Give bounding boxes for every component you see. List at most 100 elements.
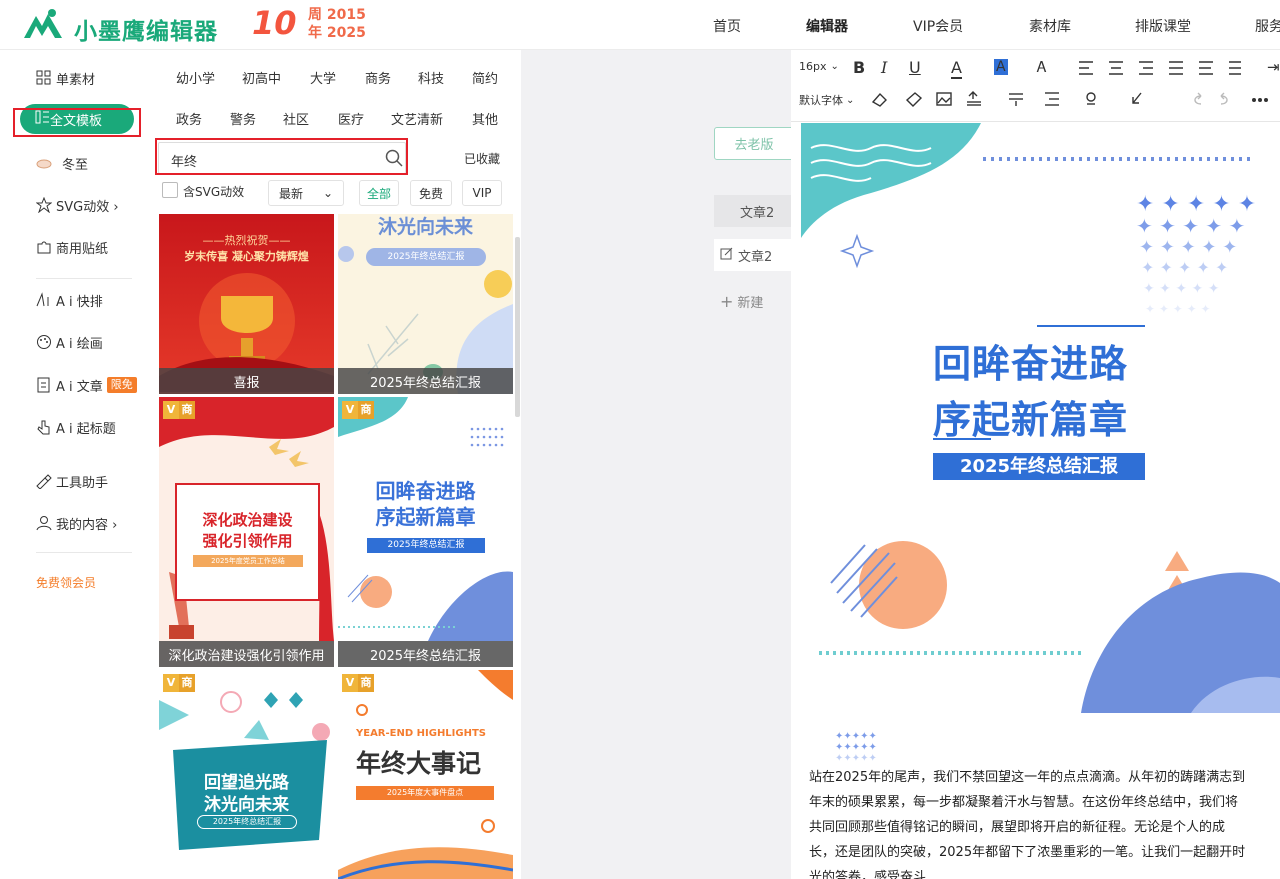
filter-row: 含SVG动效 最新 ⌄ 全部 免费 VIP [162,180,512,206]
category-community[interactable]: 社区 [283,109,309,128]
clear-format-icon[interactable]: Ꭺ [1037,58,1047,76]
card-subtitle: 2025年度大事件盘点 [356,786,494,800]
card-top-text: ——热烈祝贺—— [202,234,291,247]
exit-icon[interactable]: ⇥ [1267,58,1280,76]
anniversary-line2: 年 2025 [308,25,366,41]
font-family-select[interactable]: 默认字体 ⌄ [799,92,854,108]
editor-pane: 16px ⌄ B I U A A Ꭺ ⇥ 默认字体 ⌄ ✦ ✦ ✦ ✦ ✦ ✦ … [791,50,1280,879]
card-caption: 2025年终总结汇报 [338,368,513,394]
card-title-line2: 序起新篇章 [375,505,476,529]
article-tab-active[interactable]: 文章2 [714,239,794,271]
sidebar-item-label: 单素材 [56,72,96,88]
template-card[interactable]: 沐光向未来 2025年终总结汇报 2025年终总结汇报 [338,214,513,394]
nav-home[interactable]: 首页 [713,16,741,36]
nav-editor[interactable]: 编辑器 [806,16,848,36]
template-card[interactable]: 回望追光路 沐光向未来 2025年终总结汇报 V 商 [159,670,334,879]
underline-icon[interactable]: U [909,58,921,77]
nav-vip[interactable]: VIP会员 [913,16,963,36]
sidebar-item-label: 我的内容 › [56,517,118,533]
sidebar-item-tools[interactable]: 工具助手 [36,470,108,492]
doc-subtitle: 2025年终总结汇报 [933,453,1145,480]
category-simple[interactable]: 简约 [472,68,498,87]
sidebar-item-label: A i 起标题 [56,421,116,437]
template-card[interactable]: YEAR-END HIGHLIGHTS 年终大事记 2025年度大事件盘点 V … [338,670,513,879]
palette-icon [36,334,52,350]
format-icons[interactable] [871,90,1271,108]
vip-commercial-tag: V 商 [342,401,374,419]
font-size-select[interactable]: 16px ⌄ [799,60,839,73]
sidebar-item-single-material[interactable]: 单素材 [36,67,95,89]
favorites-link[interactable]: 已收藏 [464,150,500,167]
svg-text:✦✦✦✦✦: ✦✦✦✦✦ [835,742,877,753]
highlight-color-icon[interactable]: A [994,59,1008,75]
category-kindergarten[interactable]: 幼小学 [176,68,215,87]
category-police[interactable]: 警务 [230,109,256,128]
old-version-button[interactable]: 去老版 [714,127,794,160]
doc-paragraph[interactable]: 站在2025年的尾声，我们不禁回望这一年的点点滴滴。从年初的踌躇满志到年末的硕果… [809,765,1249,879]
category-medical[interactable]: 医疗 [338,109,364,128]
sidebar-item-label: A i 绘画 [56,336,103,352]
sidebar-item-label: A i 文章 [56,379,103,395]
editor-toolbar: 16px ⌄ B I U A A Ꭺ ⇥ 默认字体 ⌄ [791,50,1280,122]
svg-text:✦ ✦ ✦ ✦ ✦: ✦ ✦ ✦ ✦ ✦ [1141,258,1228,277]
workspace-background: 去老版 文章2 文章2 + 新建 [521,50,794,879]
template-card[interactable]: ——热烈祝贺—— 岁末传喜 凝心聚力铸辉煌 喜报 [159,214,334,394]
sidebar-item-label: 冬至 [62,157,89,173]
filter-all-button[interactable]: 全部 [359,180,399,206]
logo[interactable]: 小墨鹰编辑器 [22,8,232,45]
highlight-frame [155,138,408,175]
new-article-button[interactable]: + 新建 [720,292,763,311]
left-sidebar: 单素材 全文模板 冬至 SVG动效 › 商用贴纸 A i 快排 A i 绘画 A… [0,50,150,879]
sidebar-item-ai-paint[interactable]: A i 绘画 [36,331,103,353]
card-title: 年终大事记 [356,749,482,778]
brand-name: 小墨鹰编辑器 [74,19,218,45]
category-high-school[interactable]: 初高中 [242,68,281,87]
commercial-tag: 商 [358,674,374,692]
category-literary[interactable]: 文艺清新 [391,109,443,128]
sidebar-item-stickers[interactable]: 商用贴纸 [36,236,108,258]
alignment-icons[interactable] [1079,60,1259,76]
top-navigation: 小墨鹰编辑器 10 周 2015 年 2025 首页 编辑器 VIP会员 素材库… [0,0,1280,50]
category-other[interactable]: 其他 [472,109,498,128]
nav-materials[interactable]: 素材库 [1029,16,1071,36]
card-caption: 喜报 [159,368,334,394]
filter-free-button[interactable]: 免费 [410,180,452,206]
nav-course[interactable]: 排版课堂 [1135,16,1191,36]
chevron-down-icon: ⌄ [830,61,839,72]
chevron-down-icon: ⌄ [322,186,333,200]
sidebar-item-ai-article[interactable]: A i 文章 限免 [36,374,137,396]
font-color-icon[interactable]: A [951,58,962,79]
sidebar-item-my-content[interactable]: 我的内容 › [36,512,117,534]
plus-icon: + [720,292,734,311]
panel-scrollbar[interactable] [515,237,520,417]
vip-tag: V [163,401,179,419]
sidebar-item-winter-solstice[interactable]: 冬至 [36,152,88,174]
document-canvas[interactable]: ✦ ✦ ✦ ✦ ✦ ✦ ✦ ✦ ✦ ✦ ✦ ✦ ✦ ✦ ✦ ✦ ✦ ✦ ✦ ✦ … [791,123,1280,879]
dumpling-icon [36,155,52,171]
italic-icon[interactable]: I [881,58,887,77]
free-badge: 限免 [106,377,137,393]
card-title-line1: 深化政治建设 [202,511,293,529]
template-card[interactable]: 回眸奋进路 序起新篇章 2025年终总结汇报 V 商 2025年终总结汇报 [338,397,513,667]
sort-select[interactable]: 最新 ⌄ [268,180,344,206]
commercial-tag: 商 [358,401,374,419]
sidebar-item-ai-layout[interactable]: A i 快排 [36,289,103,311]
filter-vip-button[interactable]: VIP [462,180,502,206]
sidebar-item-svg[interactable]: SVG动效 › [35,194,119,216]
tools-icon [36,473,52,490]
bold-icon[interactable]: B [853,58,865,77]
card-eyebrow: YEAR-END HIGHLIGHTS [356,728,487,739]
svg-filter-checkbox[interactable] [162,182,178,198]
nav-service[interactable]: 服务 [1255,16,1280,36]
category-tech[interactable]: 科技 [418,68,444,87]
card-title-line1: 回眸奋进路 [375,479,476,503]
category-government[interactable]: 政务 [176,109,202,128]
article-tab[interactable]: 文章2 [714,195,794,227]
template-panel: 幼小学 初高中 大学 商务 科技 简约 政务 警务 社区 医疗 文艺清新 其他 … [150,50,520,879]
free-vip-link[interactable]: 免费领会员 [36,571,96,593]
template-card[interactable]: 深化政治建设 强化引领作用 2025年度党员工作总结 V 商 深化政治建设强化引… [159,397,334,667]
category-university[interactable]: 大学 [310,68,336,87]
svg-text:✦ ✦ ✦ ✦ ✦: ✦ ✦ ✦ ✦ ✦ [1143,281,1220,297]
sidebar-item-ai-title[interactable]: A i 起标题 [36,416,116,438]
category-business[interactable]: 商务 [365,68,391,87]
